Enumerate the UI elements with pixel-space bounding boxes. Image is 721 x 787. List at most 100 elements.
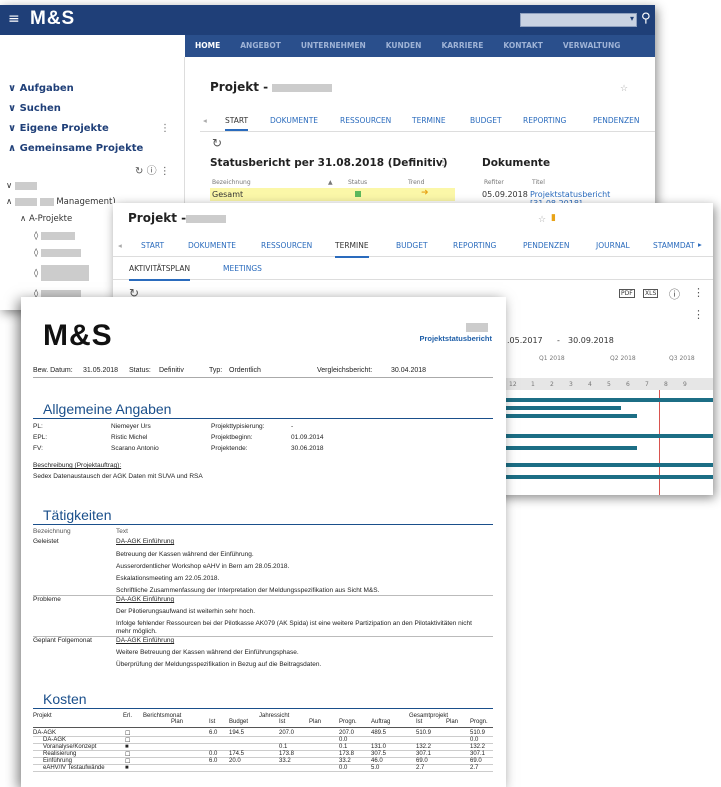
star-icon[interactable]: ☆	[620, 84, 628, 94]
fv-label: FV:	[33, 445, 43, 452]
trend-right-arrow-icon: ➜	[421, 188, 429, 198]
beginn-value: 01.09.2014	[291, 434, 324, 441]
schedule-subtabs: AKTIVITÄTSPLAN MEETINGS	[113, 258, 713, 281]
gantt-bar[interactable]	[497, 463, 713, 467]
sidebar-item-eigene-projekte[interactable]: ∨ Eigene Projekte	[8, 123, 109, 134]
gantt-bar[interactable]	[497, 398, 713, 402]
documents-title: Dokumente	[482, 157, 551, 169]
cost-row: eAHV/IV Testaufwände ■ 0.0 5.0 2.7 2.7	[21, 765, 506, 772]
app-logo[interactable]: M&S	[30, 8, 75, 30]
tab-pendenzen[interactable]: PENDENZEN	[593, 116, 639, 125]
tab-aktivitaetsplan[interactable]: AKTIVITÄTSPLAN	[129, 264, 191, 281]
more-icon[interactable]: ⋮	[160, 166, 170, 177]
divider	[33, 727, 493, 728]
gantt-bar[interactable]	[497, 446, 637, 450]
sort-icon[interactable]: ▲	[328, 179, 333, 186]
sidebar-item-gemeinsame-projekte[interactable]: ∧ Gemeinsame Projekte	[8, 143, 143, 154]
col-trend[interactable]: Trend	[408, 179, 424, 186]
col-bezeichnung[interactable]: Bezeichnung	[212, 179, 251, 186]
more-icon[interactable]: ⋮	[438, 157, 448, 168]
tree-item[interactable]: ◊	[34, 248, 81, 258]
divider	[33, 377, 493, 378]
tab-journal[interactable]: JOURNAL	[596, 241, 630, 250]
tab-ressourcen[interactable]: RESSOURCEN	[340, 116, 391, 125]
tab-pendenzen[interactable]: PENDENZEN	[523, 241, 569, 250]
tab-meetings[interactable]: MEETINGS	[223, 264, 262, 273]
col-refiter[interactable]: Refiter	[484, 179, 504, 186]
gantt-bar[interactable]	[497, 414, 637, 418]
tab-termine[interactable]: TERMINE	[335, 241, 369, 258]
pl-label: PL:	[33, 423, 43, 430]
col-plan: Plan	[309, 719, 322, 725]
month-label: 12	[509, 381, 517, 388]
cost-row: Voranalyse/Konzept ■ 0.1 0.1 131.0 132.2 132.2	[21, 744, 506, 751]
redacted-text	[40, 231, 75, 240]
search-input[interactable]: ▾	[520, 13, 637, 27]
tab-budget[interactable]: BUDGET	[396, 241, 428, 250]
star-icon[interactable]: ☆	[538, 215, 546, 225]
nav-kunden[interactable]: KUNDEN	[376, 35, 432, 57]
tab-reporting[interactable]: REPORTING	[523, 116, 566, 125]
tab-budget[interactable]: BUDGET	[470, 116, 502, 125]
col-titel[interactable]: Titel	[532, 179, 545, 186]
col-status[interactable]: Status	[348, 179, 367, 186]
text-line: DA-AGK Einführung	[116, 637, 175, 644]
tab-reporting[interactable]: REPORTING	[453, 241, 496, 250]
tree-item-a-projekte[interactable]: ∧ A-Projekte	[20, 214, 72, 224]
more-icon[interactable]: ⋮	[693, 286, 704, 299]
refresh-icon[interactable]: ↻	[135, 166, 143, 177]
tabs-left-arrow-icon[interactable]: ◂	[203, 116, 207, 125]
month-label: 9	[683, 381, 687, 388]
month-label: 1	[531, 381, 535, 388]
quarter-label: Q1 2018	[539, 355, 565, 362]
tab-start[interactable]: START	[225, 116, 249, 131]
refresh-icon[interactable]: ↻	[212, 136, 222, 150]
tree-item-management[interactable]: ∧ Management)	[6, 197, 116, 207]
month-label: 7	[645, 381, 649, 388]
tabs-right-arrow-icon[interactable]: ▸	[698, 240, 702, 249]
tab-ressourcen[interactable]: RESSOURCEN	[261, 241, 312, 250]
tab-termine[interactable]: TERMINE	[412, 116, 446, 125]
pin-icon[interactable]: ▮	[551, 213, 556, 223]
page-title-text: Projekt -	[210, 80, 269, 94]
col-bezeichnung: Bezeichnung	[33, 528, 71, 535]
pdf-export-icon[interactable]: PDF	[619, 289, 635, 298]
tab-stammdaten[interactable]: STAMMDAT	[653, 241, 695, 250]
more-icon[interactable]: ⋮	[160, 123, 170, 134]
tree-item[interactable]: ∨	[6, 181, 37, 191]
nav-karriere[interactable]: KARRIERE	[431, 35, 493, 57]
status-row-gesamt[interactable]: Gesamt ➜	[210, 188, 455, 201]
nav-angebot[interactable]: ANGEBOT	[230, 35, 291, 57]
tab-dokumente[interactable]: DOKUMENTE	[270, 116, 318, 125]
help-icon[interactable]: ⓘ	[147, 166, 157, 177]
gantt-bar[interactable]	[497, 434, 713, 438]
col-ist: Ist	[209, 719, 216, 725]
tab-dokumente[interactable]: DOKUMENTE	[188, 241, 236, 250]
help-icon[interactable]: ⓘ	[669, 286, 680, 302]
month-label: 2	[550, 381, 554, 388]
nav-kontakt[interactable]: KONTAKT	[493, 35, 552, 57]
tab-start[interactable]: START	[141, 241, 164, 250]
nav-unternehmen[interactable]: UNTERNEHMEN	[291, 35, 376, 57]
quarter-label: Q3 2018	[669, 355, 695, 362]
redacted-text	[186, 214, 227, 223]
section-allgemeine: Allgemeine Angaben	[43, 401, 172, 417]
gantt-bar[interactable]	[497, 406, 621, 410]
hamburger-icon[interactable]: ≡	[8, 11, 20, 27]
tree-item[interactable]: ◊	[34, 265, 89, 281]
nav-home[interactable]: HOME	[185, 35, 230, 57]
sidebar-item-label: Suchen	[19, 103, 61, 114]
nav-verwaltung[interactable]: VERWALTUNG	[553, 35, 631, 57]
tree-item[interactable]: ◊	[34, 231, 75, 241]
sidebar-item-suchen[interactable]: ∨ Suchen	[8, 103, 61, 114]
tabs-left-arrow-icon[interactable]: ◂	[118, 241, 122, 250]
search-icon[interactable]: ⚲	[641, 11, 651, 26]
gantt-bar[interactable]	[497, 475, 713, 479]
sidebar-item-aufgaben[interactable]: ∨ Aufgaben	[8, 83, 74, 94]
row-geplant-label: Geplant Folgemonat	[33, 637, 92, 644]
chevron-down-icon[interactable]: ▾	[630, 14, 634, 23]
section-kosten: Kosten	[43, 691, 87, 707]
xls-export-icon[interactable]: XLS	[643, 289, 659, 298]
text-line: Der Pilotierungsaufwand ist weiterhin se…	[116, 608, 256, 615]
col-progn: Progn.	[470, 719, 488, 725]
